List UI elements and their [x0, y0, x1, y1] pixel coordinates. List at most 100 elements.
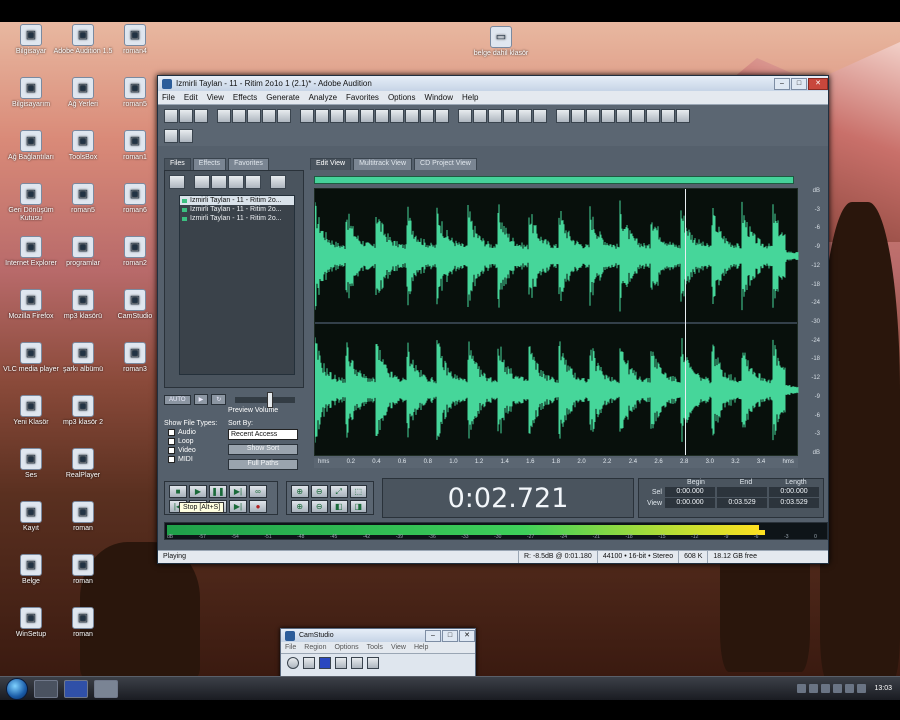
menu-options[interactable]: Options — [388, 93, 416, 102]
zoom-selection-icon[interactable]: ⬚ — [349, 485, 367, 498]
menu-view[interactable]: View — [207, 93, 224, 102]
maximize-button[interactable]: □ — [791, 77, 807, 90]
toolbar-tool-icon[interactable] — [217, 108, 231, 123]
cs-menu-help[interactable]: Help — [414, 644, 428, 651]
menu-window[interactable]: Window — [425, 93, 453, 102]
toolbar-tool-icon[interactable] — [345, 108, 359, 123]
view-end-field[interactable]: 0:03.529 — [717, 498, 767, 508]
show-sort-button[interactable]: Show Sort — [228, 444, 298, 455]
play-preview-button[interactable]: ▶ — [193, 394, 209, 405]
toolbar-tool-icon[interactable] — [360, 108, 374, 123]
file-item[interactable]: Izmirli Taylan - 11 - Ritim 2o... — [180, 196, 294, 205]
zoom-out-horizontal-icon[interactable]: ⊖ — [310, 485, 328, 498]
audio-checkbox[interactable] — [168, 429, 175, 436]
midi-checkbox[interactable] — [168, 456, 175, 463]
tab-multitrack-view[interactable]: Multitrack View — [353, 158, 413, 170]
view-length-field[interactable]: 0:03.529 — [769, 498, 819, 508]
tab-effects[interactable]: Effects — [192, 158, 227, 170]
zoom-left-icon[interactable]: ◧ — [330, 500, 348, 513]
menu-generate[interactable]: Generate — [266, 93, 299, 102]
left-channel-waveform[interactable] — [315, 195, 799, 317]
taskbar-camstudio[interactable] — [64, 679, 88, 698]
waveform-display[interactable] — [314, 188, 799, 456]
menu-help[interactable]: Help — [462, 93, 478, 102]
zoom-in-vertical-icon[interactable]: ⊕ — [291, 500, 309, 513]
clock[interactable]: 13:03 — [874, 685, 892, 692]
close-button[interactable]: ✕ — [808, 77, 828, 90]
tab-files[interactable]: Files — [164, 158, 191, 170]
toolbar-tool-icon[interactable] — [556, 108, 570, 123]
camstudio-close-button[interactable]: ✕ — [459, 629, 475, 642]
toolbar-tool-icon[interactable] — [179, 108, 193, 123]
file-item[interactable]: Izmirli Taylan - 11 - Ritim 2o... — [180, 205, 294, 214]
toolbar-tool-icon[interactable] — [164, 108, 178, 123]
insert-file-icon[interactable] — [245, 175, 261, 189]
audio-options-icon[interactable] — [367, 657, 379, 669]
cs-menu-view[interactable]: View — [391, 644, 406, 651]
record-icon[interactable] — [287, 657, 299, 669]
import-file-icon[interactable] — [169, 175, 185, 189]
desktop-icon[interactable]: ▣ roman — [52, 501, 114, 533]
toolbar-tool-icon[interactable] — [405, 108, 419, 123]
toolbar-tool-icon[interactable] — [164, 129, 178, 143]
toolbar-tool-icon[interactable] — [473, 108, 487, 123]
go-to-end-icon[interactable]: ▶| — [229, 500, 247, 513]
zoom-in-horizontal-icon[interactable]: ⊕ — [291, 485, 309, 498]
menu-edit[interactable]: Edit — [184, 93, 198, 102]
tray-icon[interactable] — [809, 684, 819, 693]
sel-end-field[interactable] — [717, 487, 767, 497]
desktop-icon-folder[interactable]: ▭ belge dahil klasör — [470, 26, 532, 58]
toolbar-tool-icon[interactable] — [300, 108, 314, 123]
cs-menu-file[interactable]: File — [285, 644, 296, 651]
desktop-icon[interactable]: ▣ roman — [52, 554, 114, 586]
zoom-full-icon[interactable]: ⤢ — [330, 485, 348, 498]
waveform-overview-bar[interactable] — [314, 176, 794, 184]
taskbar-firefox[interactable] — [34, 679, 58, 698]
play-preview-icon[interactable] — [270, 175, 286, 189]
toolbar-tool-icon[interactable] — [315, 108, 329, 123]
right-channel-waveform[interactable] — [315, 329, 799, 451]
minimize-button[interactable]: – — [774, 77, 790, 90]
toolbar-tool-icon[interactable] — [601, 108, 615, 123]
close-file-icon[interactable] — [211, 175, 227, 189]
cs-menu-region[interactable]: Region — [304, 644, 326, 651]
toolbar-tool-icon[interactable] — [179, 129, 193, 143]
autoplay-button[interactable]: AUTO — [164, 394, 191, 405]
camstudio-minimize-button[interactable]: – — [425, 629, 441, 642]
stop-icon[interactable]: ■ — [169, 485, 187, 498]
toolbar-tool-icon[interactable] — [194, 108, 208, 123]
cs-menu-tools[interactable]: Tools — [367, 644, 383, 651]
toolbar-tool-icon[interactable] — [458, 108, 472, 123]
desktop-icon[interactable]: ▣ RealPlayer — [52, 448, 114, 480]
toolbar-tool-icon[interactable] — [232, 108, 246, 123]
record-icon[interactable]: ● — [249, 500, 267, 513]
playback-cursor[interactable] — [685, 189, 686, 455]
cs-menu-options[interactable]: Options — [334, 644, 358, 651]
tray-icon[interactable] — [797, 684, 807, 693]
pause-icon[interactable]: ❚❚ — [209, 485, 227, 498]
toolbar-tool-icon[interactable] — [390, 108, 404, 123]
volume-knob[interactable] — [267, 391, 274, 408]
edit-file-icon[interactable] — [228, 175, 244, 189]
annotation-icon[interactable] — [335, 657, 347, 669]
full-paths-button[interactable]: Full Paths — [228, 459, 298, 470]
video-options-icon[interactable] — [351, 657, 363, 669]
tab-favorites[interactable]: Favorites — [228, 158, 269, 170]
view-begin-field[interactable]: 0:00.000 — [665, 498, 715, 508]
start-button[interactable] — [6, 677, 28, 700]
toolbar-tool-icon[interactable] — [533, 108, 547, 123]
zoom-out-vertical-icon[interactable]: ⊖ — [310, 500, 328, 513]
toolbar-tool-icon[interactable] — [586, 108, 600, 123]
taskbar-audition[interactable] — [94, 679, 118, 698]
toolbar-tool-icon[interactable] — [571, 108, 585, 123]
toolbar-tool-icon[interactable] — [247, 108, 261, 123]
file-item[interactable]: Izmirli Taylan - 11 - Ritim 2o... — [180, 214, 294, 223]
tray-icon[interactable] — [833, 684, 843, 693]
camstudio-maximize-button[interactable]: □ — [442, 629, 458, 642]
menu-file[interactable]: File — [162, 93, 175, 102]
toolbar-tool-icon[interactable] — [676, 108, 690, 123]
loop-preview-button[interactable]: ↻ — [211, 394, 227, 405]
zoom-right-icon[interactable]: ◨ — [349, 500, 367, 513]
desktop-icon[interactable]: ▣ roman — [52, 607, 114, 639]
toolbar-tool-icon[interactable] — [277, 108, 291, 123]
